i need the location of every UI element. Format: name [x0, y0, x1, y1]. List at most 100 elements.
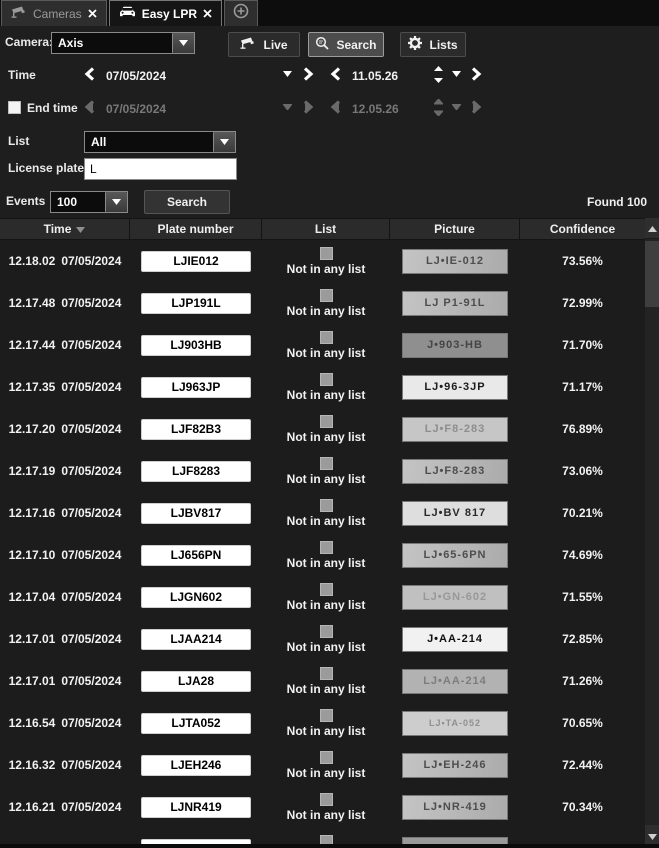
- plate-image[interactable]: LJ•AA-214: [402, 669, 508, 694]
- list-color-square-icon[interactable]: [320, 541, 333, 554]
- row-list-cell: Not in any list: [262, 709, 390, 738]
- plate-image[interactable]: LJ•MK-222: [402, 837, 508, 845]
- chevron-down-icon[interactable]: [213, 132, 235, 152]
- list-color-square-icon[interactable]: [320, 625, 333, 638]
- close-icon[interactable]: [88, 9, 97, 18]
- plate-number-box[interactable]: LJP191L: [141, 293, 251, 314]
- plate-number-box[interactable]: LJBV817: [141, 503, 251, 524]
- close-icon[interactable]: [203, 9, 212, 18]
- date-forward-button[interactable]: [302, 67, 314, 81]
- plate-image[interactable]: LJ•IE-012: [402, 249, 508, 274]
- row-time-value: 12.17.35: [9, 380, 56, 394]
- table-row[interactable]: 12.16.54 07/05/2024 LJTA052 Not in any l…: [0, 702, 645, 744]
- table-row[interactable]: 12.17.16 07/05/2024 LJBV817 Not in any l…: [0, 492, 645, 534]
- list-color-square-icon[interactable]: [320, 793, 333, 806]
- plate-image[interactable]: LJ•GN-602: [402, 585, 508, 610]
- vertical-scrollbar[interactable]: [645, 218, 659, 848]
- table-row[interactable]: 12.18.02 07/05/2024 LJIE012 Not in any l…: [0, 240, 645, 282]
- chevron-down-icon[interactable]: [172, 33, 194, 53]
- live-button[interactable]: Live: [228, 32, 300, 57]
- plate-image[interactable]: J•AA-214: [402, 627, 508, 652]
- plate-number-box[interactable]: LJ963JP: [141, 377, 251, 398]
- camera-select[interactable]: Axis: [51, 32, 195, 54]
- list-color-square-icon[interactable]: [320, 331, 333, 344]
- table-row[interactable]: 12.17.01 07/05/2024 LJA28 Not in any lis…: [0, 660, 645, 702]
- tab-cameras[interactable]: Cameras: [1, 0, 107, 26]
- list-color-square-icon[interactable]: [320, 373, 333, 386]
- column-header-plate-number[interactable]: Plate number: [130, 219, 262, 239]
- scrollbar-thumb[interactable]: [645, 241, 659, 307]
- list-status-text: Not in any list: [287, 766, 366, 780]
- list-color-square-icon[interactable]: [320, 415, 333, 428]
- table-row[interactable]: 12.17.19 07/05/2024 LJF8283 Not in any l…: [0, 450, 645, 492]
- license-plate-input[interactable]: [84, 158, 237, 180]
- plate-image[interactable]: LJ P1-91L: [402, 291, 508, 316]
- new-tab-button[interactable]: [224, 0, 258, 26]
- scroll-down-button[interactable]: [645, 825, 659, 846]
- plate-number-box[interactable]: LJAA214: [141, 629, 251, 650]
- list-color-square-icon[interactable]: [320, 499, 333, 512]
- chevron-down-icon[interactable]: [105, 192, 127, 212]
- table-row[interactable]: 12.16.32 07/05/2024 LJEH246 Not in any l…: [0, 744, 645, 786]
- list-color-square-icon[interactable]: [320, 289, 333, 302]
- table-row[interactable]: 12.16.08 07/05/2024 LJMK222 Not in any l…: [0, 828, 645, 844]
- start-date-value[interactable]: 07/05/2024: [106, 69, 166, 83]
- column-header-time[interactable]: Time: [0, 219, 130, 239]
- plate-image[interactable]: J•903-HB: [402, 333, 508, 358]
- plate-image[interactable]: LJ•65-6PN: [402, 543, 508, 568]
- list-color-square-icon[interactable]: [320, 835, 333, 845]
- events-count-select[interactable]: 100: [50, 191, 128, 213]
- end-time-checkbox[interactable]: [8, 101, 21, 114]
- plate-image[interactable]: LJ•NR-419: [402, 795, 508, 820]
- list-color-square-icon[interactable]: [320, 751, 333, 764]
- plate-number-box[interactable]: LJTA052: [141, 713, 251, 734]
- search-button[interactable]: Search: [144, 190, 230, 214]
- plate-image[interactable]: LJ•F8-283: [402, 459, 508, 484]
- plate-image[interactable]: LJ•BV 817: [402, 501, 508, 526]
- time-forward-button[interactable]: [470, 67, 482, 81]
- search-view-button[interactable]: Search: [308, 32, 384, 57]
- plate-number-box[interactable]: LJA28: [141, 671, 251, 692]
- time-back-button[interactable]: [330, 67, 342, 81]
- plate-image[interactable]: LJ•TA-052: [402, 711, 508, 736]
- time-spinner[interactable]: [434, 66, 443, 83]
- table-row[interactable]: 12.17.10 07/05/2024 LJ656PN Not in any l…: [0, 534, 645, 576]
- date-back-button[interactable]: [84, 67, 96, 81]
- plate-number-box[interactable]: LJGN602: [141, 587, 251, 608]
- lists-button[interactable]: Lists: [400, 32, 466, 57]
- table-row[interactable]: 12.16.21 07/05/2024 LJNR419 Not in any l…: [0, 786, 645, 828]
- plate-number-box[interactable]: LJ903HB: [141, 335, 251, 356]
- table-row[interactable]: 12.17.01 07/05/2024 LJAA214 Not in any l…: [0, 618, 645, 660]
- list-color-square-icon[interactable]: [320, 457, 333, 470]
- column-header-list[interactable]: List: [262, 219, 390, 239]
- list-color-square-icon[interactable]: [320, 583, 333, 596]
- plate-number-box[interactable]: LJEH246: [141, 755, 251, 776]
- table-row[interactable]: 12.17.48 07/05/2024 LJP191L Not in any l…: [0, 282, 645, 324]
- table-row[interactable]: 12.17.35 07/05/2024 LJ963JP Not in any l…: [0, 366, 645, 408]
- list-status-text: Not in any list: [287, 808, 366, 822]
- plate-number-box[interactable]: LJ656PN: [141, 545, 251, 566]
- plate-number-box[interactable]: LJIE012: [141, 251, 251, 272]
- plate-image[interactable]: LJ•F8-283: [402, 417, 508, 442]
- table-row[interactable]: 12.17.44 07/05/2024 LJ903HB Not in any l…: [0, 324, 645, 366]
- tab-easy-lpr[interactable]: Easy LPR: [109, 0, 222, 26]
- plate-image[interactable]: LJ•EH-246: [402, 753, 508, 778]
- table-row[interactable]: 12.17.04 07/05/2024 LJGN602 Not in any l…: [0, 576, 645, 618]
- list-color-square-icon[interactable]: [320, 247, 333, 260]
- plate-number-box[interactable]: LJNR419: [141, 797, 251, 818]
- date-back-button: [84, 100, 96, 114]
- scroll-up-button[interactable]: [645, 218, 659, 239]
- list-color-square-icon[interactable]: [320, 709, 333, 722]
- table-row[interactable]: 12.17.20 07/05/2024 LJF82B3 Not in any l…: [0, 408, 645, 450]
- column-header-confidence[interactable]: Confidence: [520, 219, 645, 239]
- column-header-picture[interactable]: Picture: [390, 219, 520, 239]
- list-select[interactable]: All: [84, 131, 236, 153]
- start-time-value[interactable]: 11.05.26: [352, 69, 398, 83]
- plate-number-box[interactable]: LJF8283: [141, 461, 251, 482]
- list-color-square-icon[interactable]: [320, 667, 333, 680]
- time-dropdown-caret-icon[interactable]: [452, 71, 461, 77]
- date-dropdown-caret-icon[interactable]: [283, 71, 292, 77]
- plate-number-box[interactable]: LJF82B3: [141, 419, 251, 440]
- events-count-value: 100: [51, 192, 105, 212]
- plate-image[interactable]: LJ•96-3JP: [402, 375, 508, 400]
